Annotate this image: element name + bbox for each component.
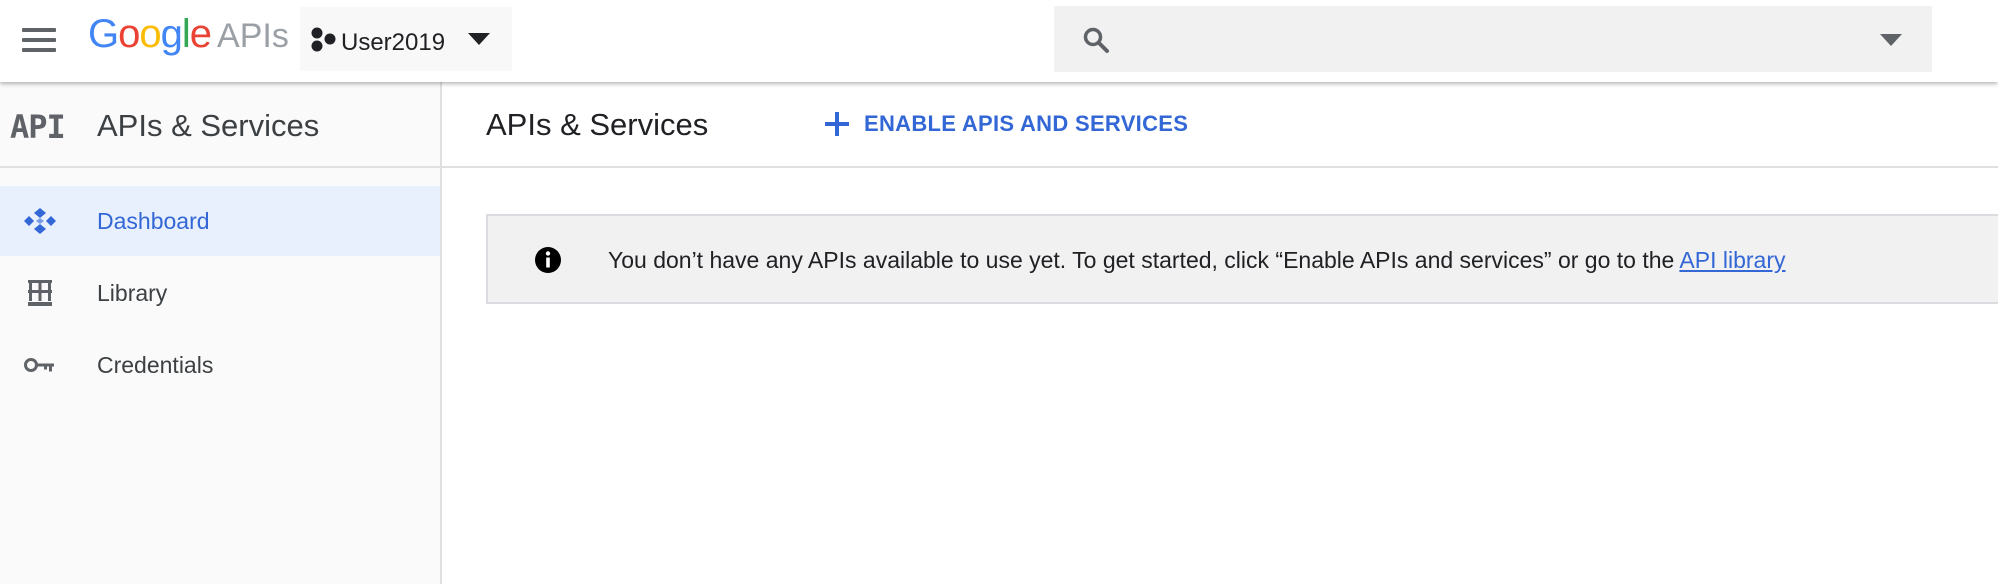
search-icon[interactable] — [1082, 26, 1110, 54]
sidebar: API APIs & Services Dashboard Library Cr… — [0, 82, 442, 584]
search-bar — [1054, 6, 1932, 72]
search-dropdown-caret-icon[interactable] — [1880, 34, 1902, 46]
main-header: APIs & Services ENABLE APIS AND SERVICES — [442, 82, 1998, 168]
sidebar-item-library[interactable]: Library — [0, 258, 440, 328]
logo-letter-o2: o — [139, 12, 161, 56]
project-dots-icon — [311, 27, 336, 52]
hamburger-menu-icon[interactable] — [20, 24, 60, 58]
enable-apis-button[interactable]: ENABLE APIS AND SERVICES — [822, 100, 1188, 148]
logo-letter-g: G — [88, 12, 119, 56]
sidebar-item-dashboard[interactable]: Dashboard — [0, 186, 440, 256]
enable-apis-label: ENABLE APIS AND SERVICES — [864, 111, 1189, 136]
project-name: User2019 — [341, 29, 446, 56]
sidebar-item-label: Dashboard — [97, 208, 210, 234]
api-library-link[interactable]: API library — [1679, 247, 1785, 273]
sidebar-item-label: Credentials — [97, 352, 214, 378]
page-title: APIs & Services — [486, 107, 709, 142]
sidebar-item-credentials[interactable]: Credentials — [0, 330, 440, 400]
logo-letter-e: e — [189, 12, 212, 56]
project-selector[interactable]: User2019 — [300, 7, 512, 71]
key-icon — [24, 358, 54, 372]
library-icon — [28, 280, 52, 306]
notice-text: You don’t have any APIs available to use… — [608, 247, 1680, 273]
logo-letter-l: l — [181, 12, 191, 56]
notice-message: You don’t have any APIs available to use… — [608, 247, 1786, 274]
sidebar-header: API APIs & Services — [0, 82, 440, 168]
info-icon — [535, 247, 561, 273]
logo-suffix: APIs — [217, 17, 289, 55]
logo-letter-g2: g — [160, 12, 183, 56]
logo-letter-o1: o — [118, 12, 140, 56]
sidebar-item-label: Library — [97, 280, 168, 306]
google-apis-logo[interactable]: G o o g l e APIs — [88, 12, 289, 62]
top-app-bar: G o o g l e APIs User2019 — [0, 0, 1998, 82]
search-input[interactable] — [1124, 16, 1828, 62]
api-logo-icon: API — [10, 108, 66, 146]
caret-down-icon — [468, 33, 490, 45]
plus-icon — [825, 112, 849, 136]
info-notice: You don’t have any APIs available to use… — [486, 214, 1998, 304]
sidebar-title: APIs & Services — [97, 108, 320, 143]
dashboard-icon — [24, 208, 56, 234]
